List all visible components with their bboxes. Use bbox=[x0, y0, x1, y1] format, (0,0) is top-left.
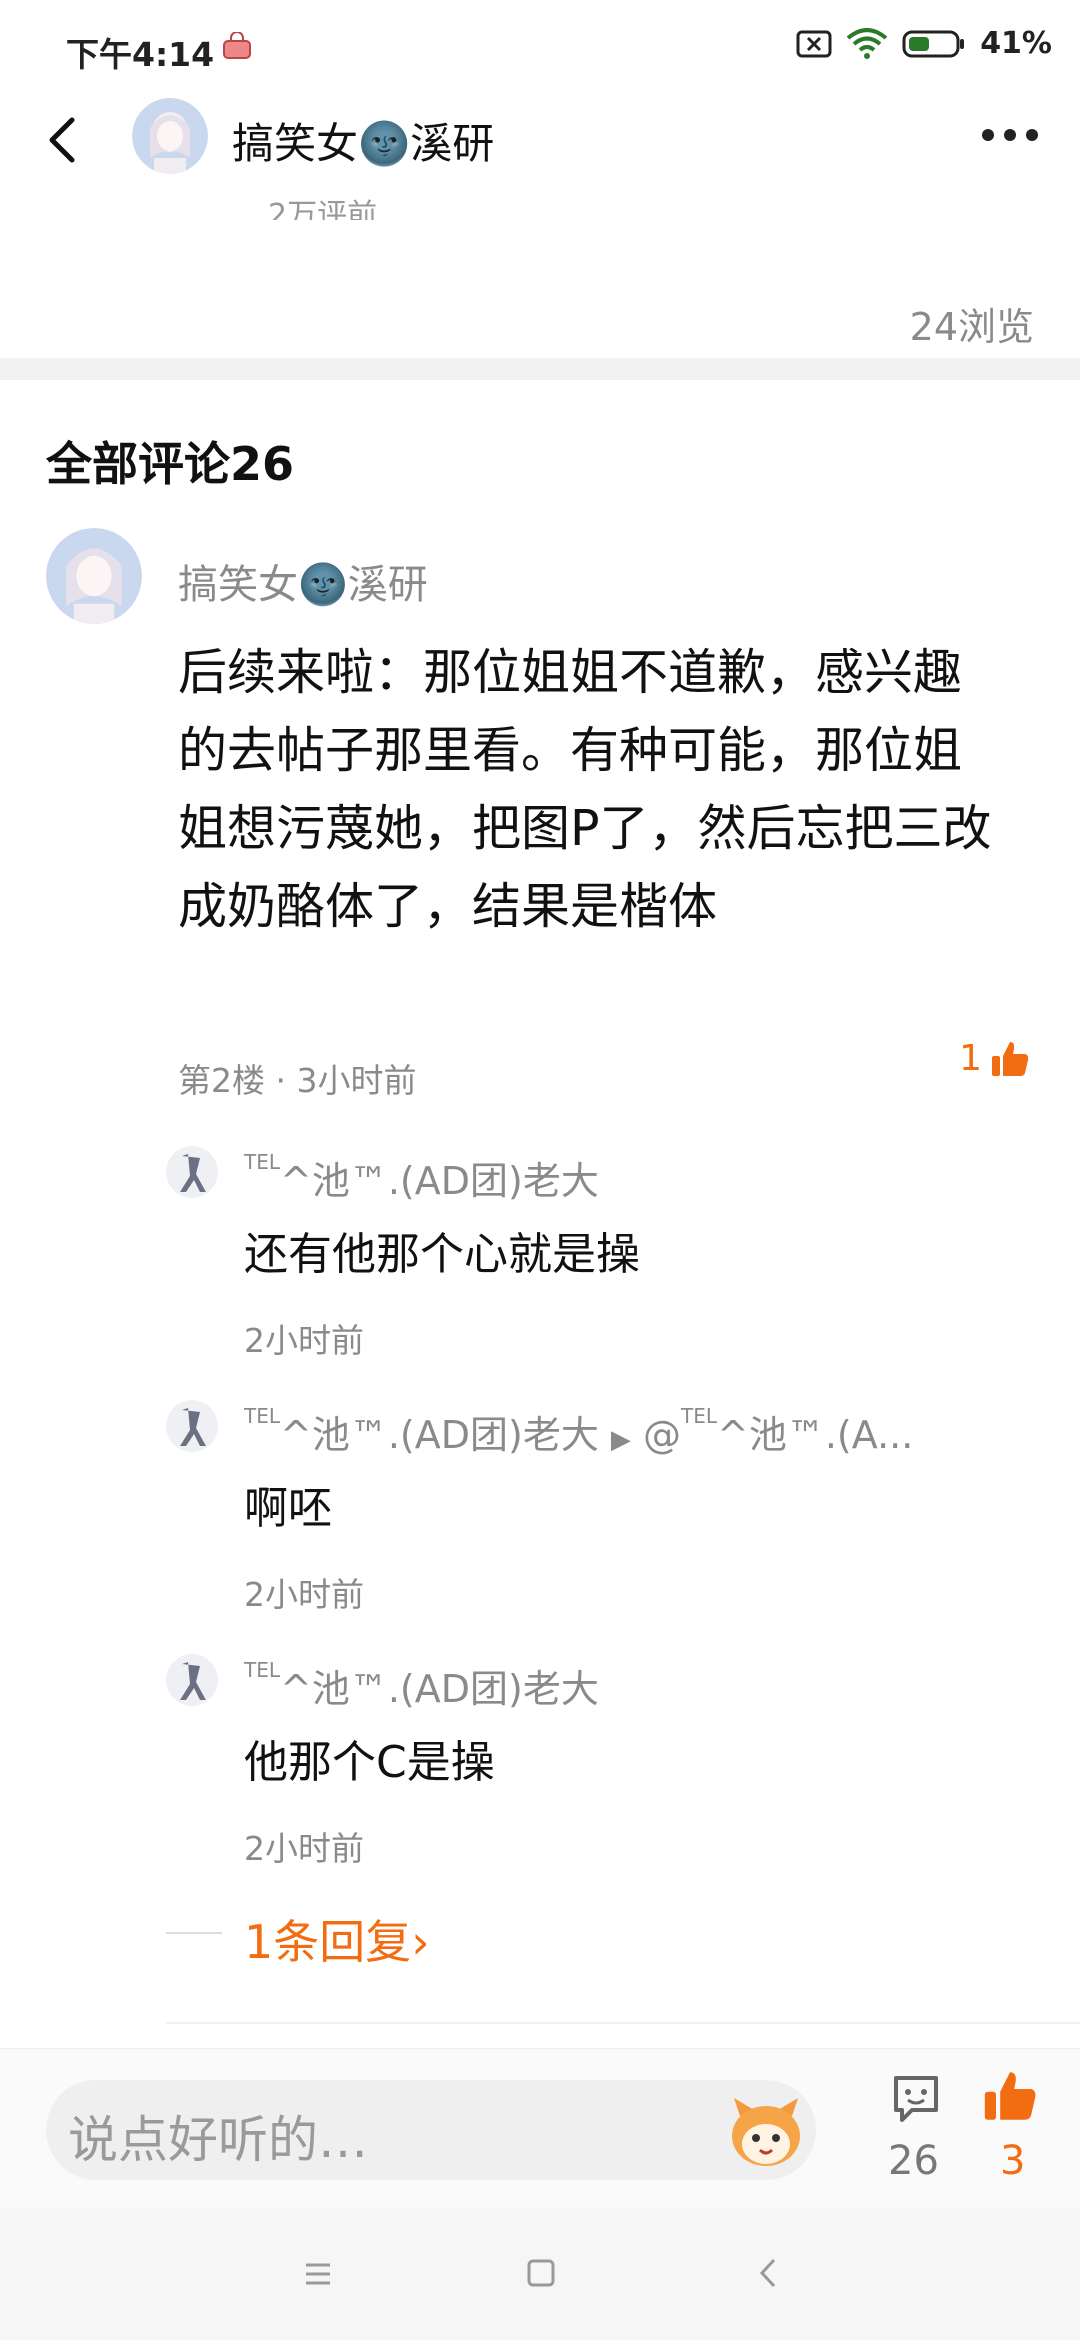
reply-avatar[interactable] bbox=[166, 1400, 218, 1452]
menu-icon[interactable] bbox=[302, 2260, 334, 2288]
reply-to-arrow-icon: ▶ bbox=[610, 1425, 631, 1455]
comment-like-count: 1 bbox=[959, 1038, 982, 1079]
page-title: 搞笑女🌚溪研 bbox=[232, 119, 495, 168]
comment-avatar[interactable] bbox=[46, 528, 142, 624]
reply-username[interactable]: TEL^池™.(AD团)老大 bbox=[244, 1150, 599, 1205]
section-divider bbox=[0, 358, 1080, 380]
avatar[interactable] bbox=[132, 98, 208, 174]
wifi-icon bbox=[846, 27, 888, 59]
comment-input-placeholder: 说点好听的… bbox=[68, 2111, 368, 2169]
shopping-bag-icon bbox=[223, 32, 251, 59]
like-count: 3 bbox=[1000, 2138, 1026, 2184]
reply-time: 2小时前 bbox=[244, 1321, 364, 1360]
more-icon[interactable] bbox=[980, 126, 1040, 144]
reply-text: 啊呸 bbox=[244, 1483, 332, 1534]
battery-icon bbox=[902, 30, 965, 57]
more-replies-line bbox=[166, 1932, 222, 1934]
reply-avatar[interactable] bbox=[166, 1654, 218, 1706]
back-arrow-icon[interactable] bbox=[40, 112, 84, 168]
thumbs-up-icon bbox=[992, 1041, 1029, 1076]
thumbs-up-icon[interactable] bbox=[982, 2068, 1038, 2124]
reply-username[interactable]: TEL^池™.(AD团)老大 bbox=[244, 1658, 599, 1713]
comment-like-button[interactable]: 1 bbox=[959, 1038, 1030, 1079]
reply-username[interactable]: TEL^池™.(AD团)老大 ▶ @TEL^池™.(A... bbox=[244, 1404, 988, 1459]
view-count: 24浏览 bbox=[909, 305, 1034, 349]
comment-count: 26 bbox=[888, 2138, 939, 2184]
reply-time: 2小时前 bbox=[244, 1575, 364, 1614]
mascot-emoji-icon[interactable] bbox=[726, 2094, 806, 2170]
comment-divider bbox=[166, 2022, 1080, 2024]
comments-section-title: 全部评论26 bbox=[46, 437, 295, 491]
comment-icon[interactable] bbox=[890, 2072, 942, 2124]
reply-avatar[interactable] bbox=[166, 1146, 218, 1198]
sim-off-icon bbox=[796, 30, 832, 57]
status-time: 下午4:14 bbox=[66, 35, 215, 74]
more-replies-link[interactable]: 1条回复› bbox=[244, 1906, 430, 1972]
post-partial-text: 2万评前 bbox=[268, 198, 378, 220]
comment-meta: 第2楼 · 3小时前 bbox=[178, 1061, 417, 1100]
comment-username[interactable]: 搞笑女🌚溪研 bbox=[178, 552, 428, 610]
nav-back-icon[interactable] bbox=[758, 2256, 778, 2290]
reply-time: 2小时前 bbox=[244, 1829, 364, 1868]
battery-level: 41% bbox=[980, 26, 1052, 61]
comment-text: 后续来啦：那位姐姐不道歉，感兴趣的去帖子那里看。有种可能，那位姐姐想污蔑她，把图… bbox=[178, 644, 992, 935]
home-icon[interactable] bbox=[526, 2258, 556, 2288]
reply-text: 他那个C是操 bbox=[244, 1737, 495, 1788]
reply-text: 还有他那个心就是操 bbox=[244, 1229, 640, 1280]
